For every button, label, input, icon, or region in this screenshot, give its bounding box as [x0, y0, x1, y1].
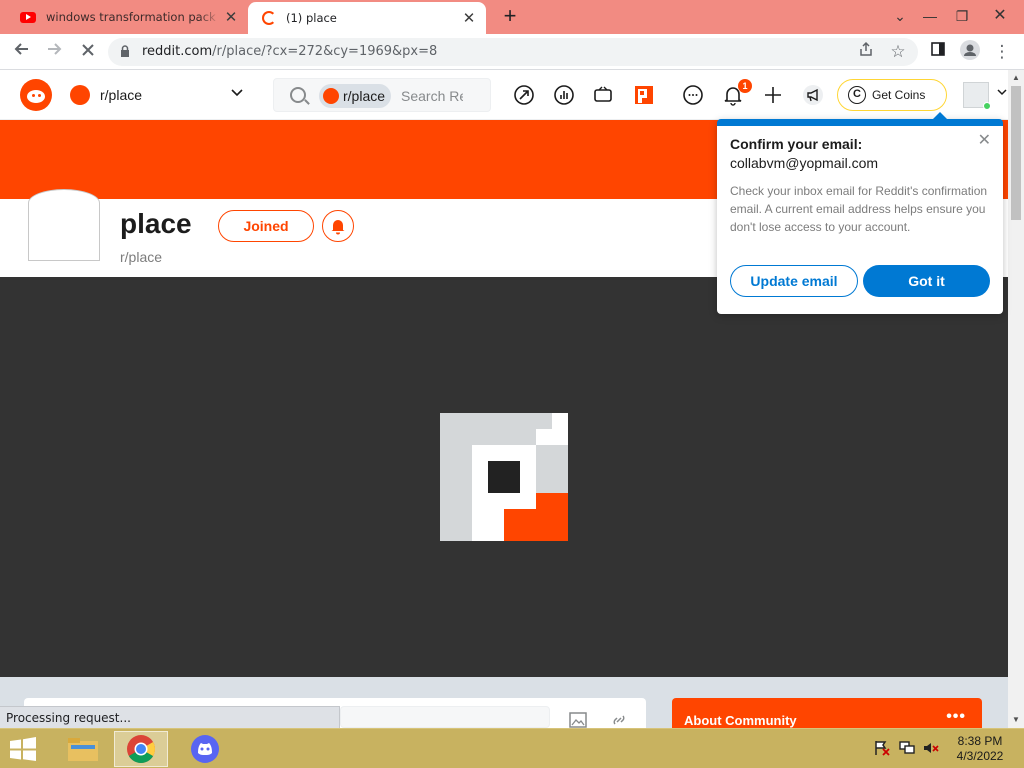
minimize-button[interactable]: —	[914, 0, 946, 34]
notification-badge: 1	[738, 79, 752, 93]
reddit-header: r/place r/place Search Reddit C Get Coin…	[0, 70, 1008, 120]
chrome-menu-icon[interactable]: ⋮	[990, 40, 1014, 64]
create-post-icon[interactable]	[761, 83, 785, 107]
back-button[interactable]	[10, 40, 34, 64]
youtube-icon	[20, 11, 36, 23]
scroll-up-icon[interactable]: ▲	[1012, 73, 1020, 82]
create-post-input[interactable]	[340, 706, 550, 728]
page-scrollbar[interactable]: ▲ ▼	[1008, 70, 1024, 728]
restore-button[interactable]: ❐	[946, 0, 978, 34]
close-window-button[interactable]: ✕	[984, 0, 1016, 34]
about-community-title: About Community	[684, 713, 797, 728]
taskbar-chrome[interactable]	[114, 731, 168, 767]
community-dropdown[interactable]: r/place	[60, 78, 252, 112]
tab-place[interactable]: (1) place ✕	[248, 2, 486, 34]
confirm-email-popup: ✕ Confirm your email: collabvm@yopmail.c…	[717, 112, 1003, 314]
get-coins-button[interactable]: C Get Coins	[837, 79, 947, 111]
coin-icon: C	[848, 86, 866, 104]
taskbar-file-explorer[interactable]	[56, 731, 110, 767]
tab-close-icon[interactable]: ✕	[220, 8, 242, 26]
folder-icon	[68, 738, 98, 761]
forward-button[interactable]	[42, 40, 66, 64]
url-path: /r/place/?cx=272&cy=1969&px=8	[212, 44, 438, 59]
taskbar-discord[interactable]	[178, 731, 232, 767]
tab-youtube[interactable]: windows transformation pack - Y ✕	[8, 0, 248, 34]
browser-status-bar: Processing request...	[0, 706, 340, 728]
search-scope-label: r/place	[343, 88, 386, 104]
tab-close-icon[interactable]: ✕	[458, 9, 480, 27]
chevron-down-icon	[230, 85, 244, 102]
community-name: r/place	[120, 249, 163, 265]
popup-title: Confirm your email:	[730, 136, 863, 152]
bookmark-star-icon[interactable]: ☆	[886, 40, 910, 64]
search-scope-chip[interactable]: r/place	[319, 84, 392, 108]
windows-taskbar: 8:38 PM 4/3/2022	[0, 728, 1024, 768]
lock-icon	[121, 45, 129, 57]
tab-title: windows transformation pack - Y	[46, 10, 220, 24]
community-avatar-image	[28, 189, 100, 261]
chrome-icon	[127, 735, 155, 763]
search-input[interactable]: Search Reddit	[401, 88, 463, 104]
community-dropdown-label: r/place	[100, 87, 143, 103]
user-avatar[interactable]	[963, 82, 991, 110]
browser-toolbar: reddit.com/r/place/?cx=272&cy=1969&px=8 …	[0, 34, 1024, 70]
update-email-button[interactable]: Update email	[730, 265, 858, 297]
clock-date: 4/3/2022	[956, 749, 1004, 763]
get-coins-label: Get Coins	[872, 88, 926, 102]
reddit-loading-icon	[262, 11, 276, 25]
address-bar[interactable]: reddit.com/r/place/?cx=272&cy=1969&px=8	[108, 38, 918, 66]
system-clock[interactable]: 8:38 PM 4/3/2022	[948, 734, 1012, 764]
got-it-button[interactable]: Got it	[863, 265, 990, 297]
chat-icon[interactable]	[681, 83, 705, 107]
close-icon[interactable]: ✕	[978, 130, 991, 150]
discord-icon	[191, 735, 219, 763]
reddit-logo-icon[interactable]	[20, 79, 52, 111]
place-icon[interactable]	[632, 83, 656, 107]
popup-body: Check your inbox email for Reddit's conf…	[730, 184, 988, 234]
community-icon	[70, 85, 90, 105]
online-status-dot	[983, 102, 991, 110]
stop-button[interactable]	[76, 40, 100, 64]
scroll-down-icon[interactable]: ▼	[1012, 715, 1020, 724]
joined-button[interactable]: Joined	[218, 210, 314, 242]
popular-icon[interactable]	[512, 83, 536, 107]
profile-icon[interactable]	[958, 40, 982, 64]
start-button-windows-icon[interactable]	[8, 737, 38, 761]
user-menu-chevron-icon[interactable]	[996, 86, 1008, 101]
network-icon[interactable]	[898, 739, 916, 757]
stats-icon[interactable]	[552, 83, 576, 107]
side-panel-icon[interactable]	[926, 40, 950, 64]
action-center-flag-icon[interactable]	[873, 739, 891, 757]
url-host: reddit.com	[142, 44, 213, 59]
tab-strip: windows transformation pack - Y ✕ (1) pl…	[0, 0, 1024, 34]
popup-email: collabvm@yopmail.com	[730, 155, 879, 171]
clock-time: 8:38 PM	[957, 734, 1003, 748]
tab-title: (1) place	[286, 11, 337, 25]
share-icon[interactable]	[854, 40, 878, 64]
volume-muted-icon[interactable]	[922, 739, 940, 757]
search-icon	[290, 87, 306, 103]
advertise-icon[interactable]	[801, 83, 825, 107]
url-text: reddit.com/r/place/?cx=272&cy=1969&px=8	[142, 44, 437, 59]
search-box[interactable]: r/place Search Reddit	[273, 78, 491, 112]
video-icon[interactable]	[591, 83, 615, 107]
place-logo-icon	[440, 413, 568, 541]
community-notifications-bell-icon[interactable]	[322, 210, 354, 242]
tab-search-chevron-icon[interactable]: ⌄	[884, 0, 916, 34]
new-tab-button[interactable]: +	[498, 5, 522, 29]
scrollbar-thumb[interactable]	[1011, 86, 1021, 220]
community-title: place	[120, 208, 192, 239]
more-options-icon[interactable]: •••	[946, 708, 966, 726]
